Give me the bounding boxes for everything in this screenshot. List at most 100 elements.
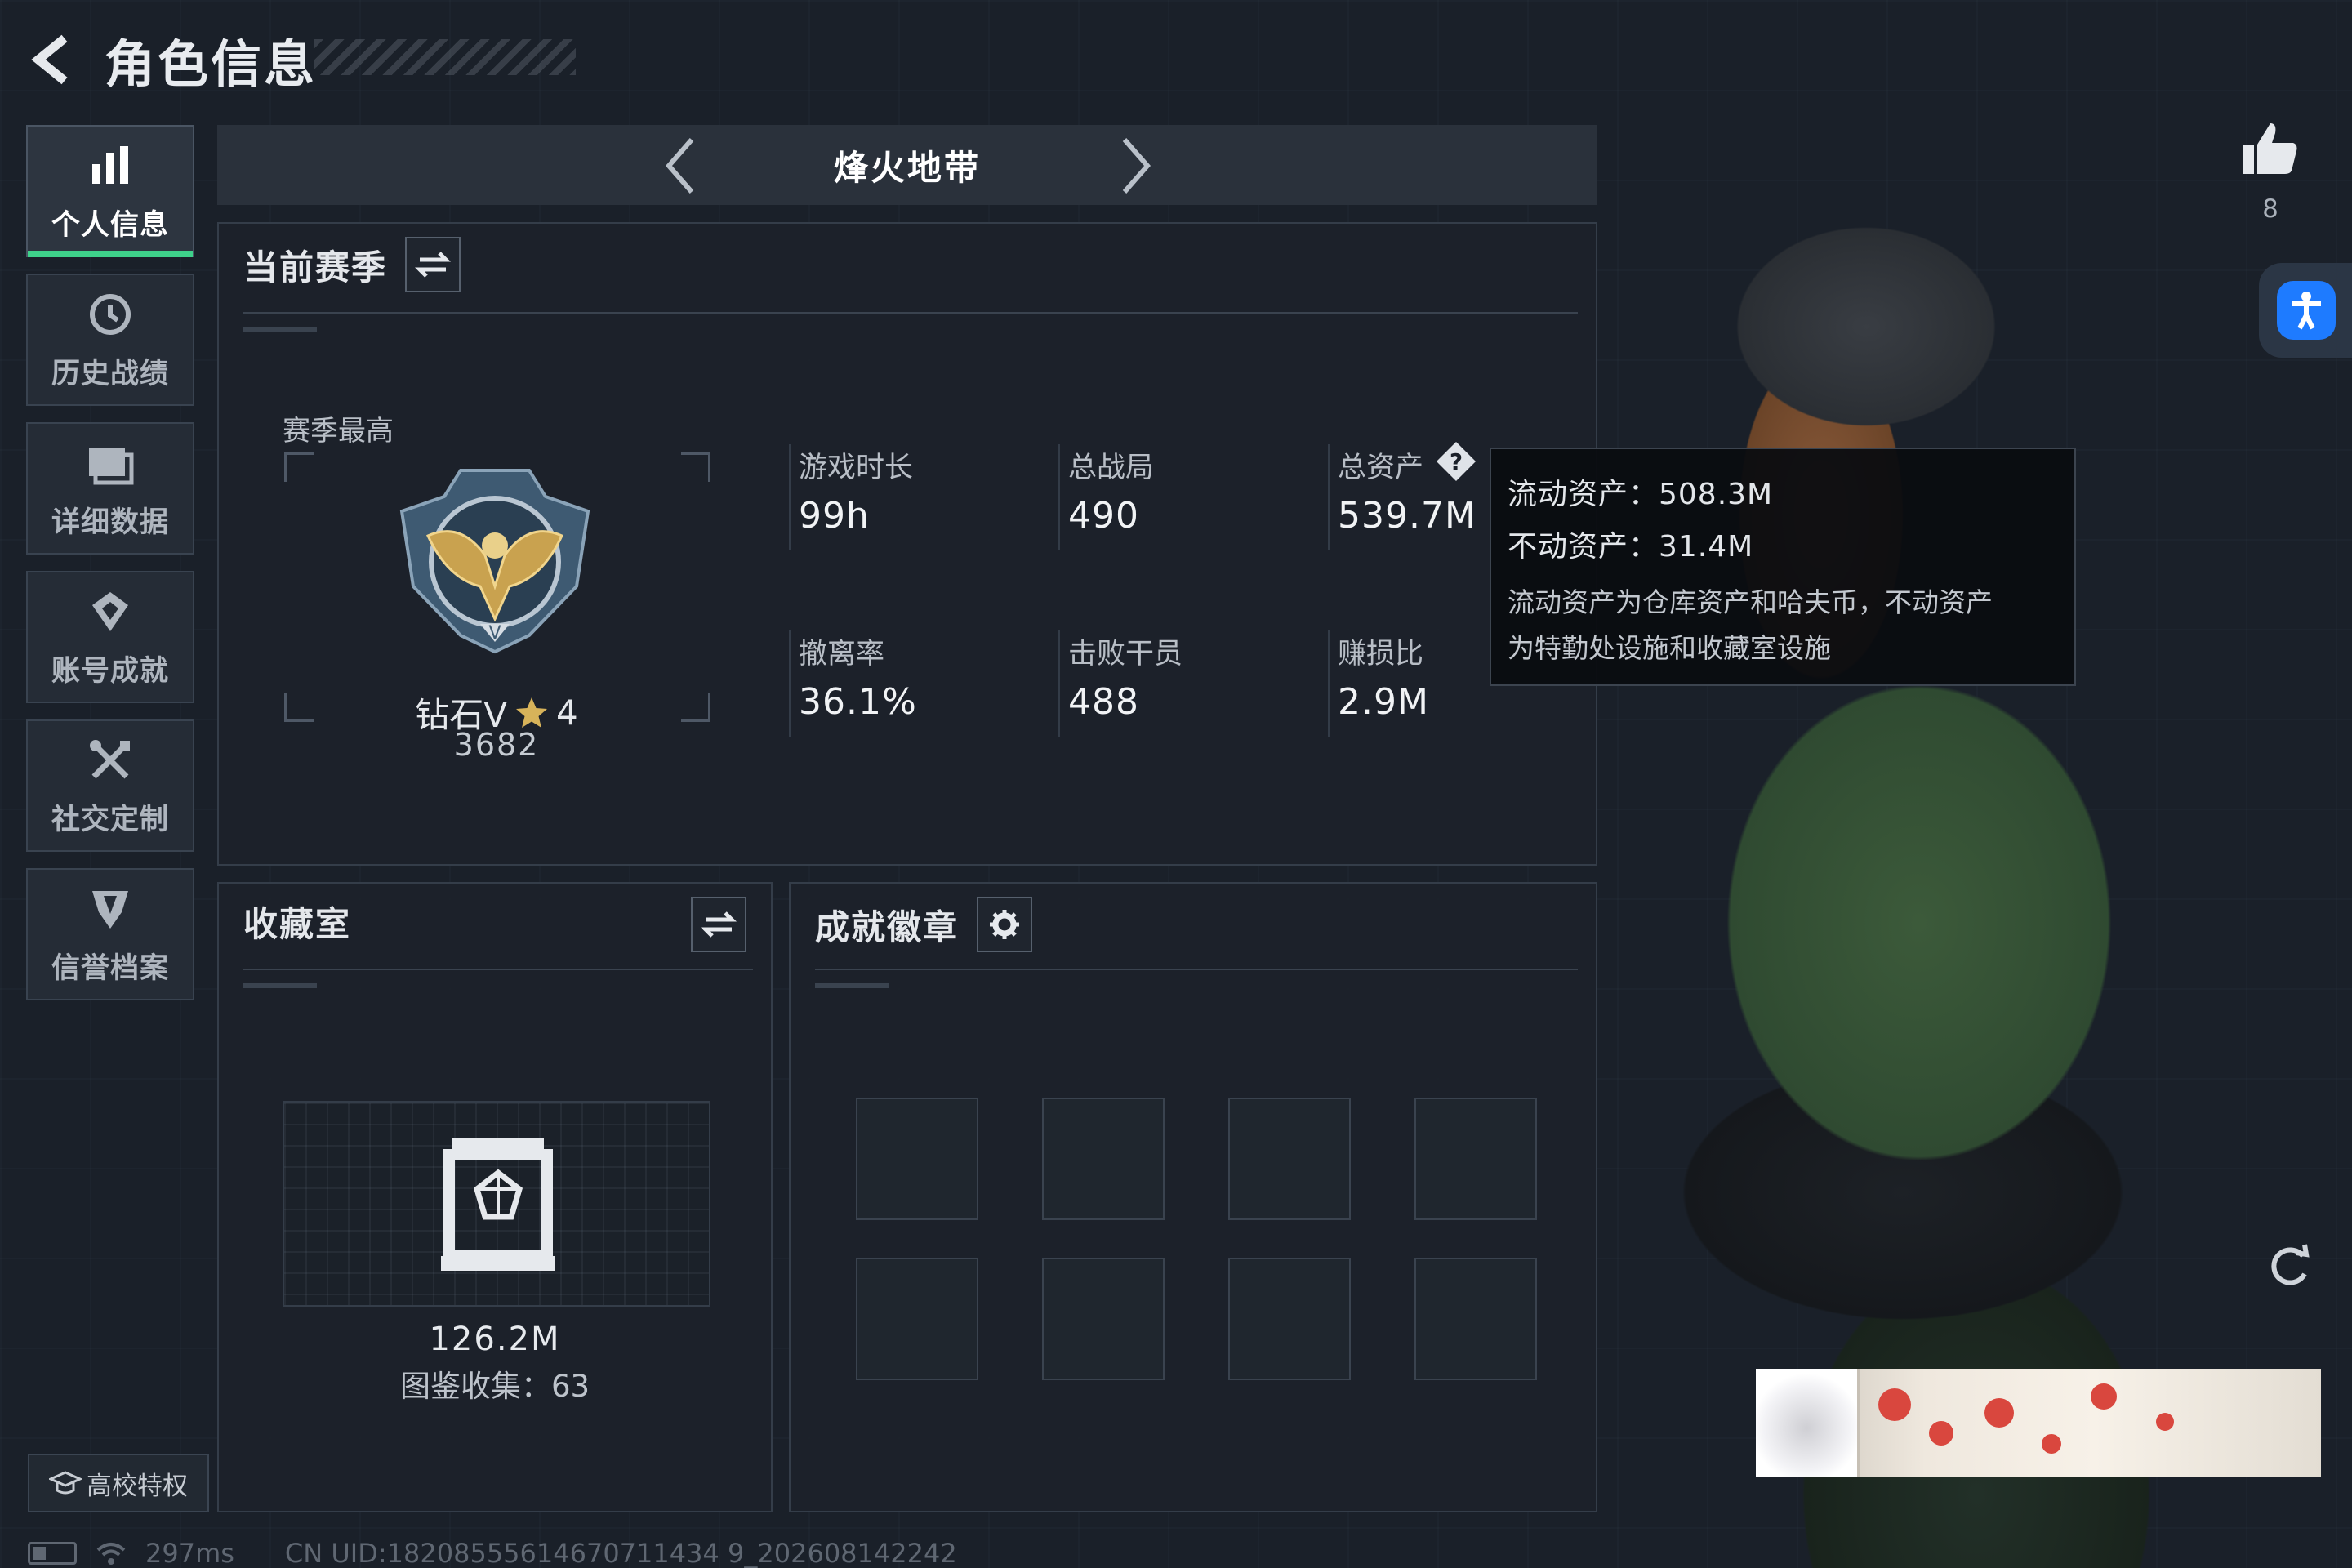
tooltip-desc-line: 为特勤处设施和收藏室设施 [1508, 632, 1831, 664]
stat-divider [1058, 630, 1060, 737]
tooltip-liquid-assets: 流动资产：508.3M [1508, 478, 1774, 511]
sidebar-item-detailed-data[interactable]: 详细数据 [26, 422, 194, 555]
stat-value: 488 [1068, 681, 1139, 723]
mode-title: 烽火地带 [833, 147, 981, 188]
frame-corner [681, 693, 710, 722]
rotate-icon [2271, 1244, 2310, 1285]
sidebar-item-history[interactable]: 历史战绩 [26, 274, 194, 406]
display-case-icon [441, 1138, 555, 1271]
stat-divider [1328, 444, 1330, 550]
achievement-slot[interactable] [856, 1258, 978, 1380]
diamond-rank-badge[interactable]: V [395, 464, 595, 657]
question-diamond-icon: ? [1437, 441, 1477, 481]
sidebar-item-personal-info[interactable]: 个人信息 [26, 125, 194, 257]
achievements-title: 成就徽章 [815, 906, 960, 947]
wifi-icon [96, 1543, 126, 1565]
stat-operators-defeated: 击败干员 488 [1058, 630, 1320, 737]
achievement-slot[interactable] [1414, 1258, 1537, 1380]
sidebar-item-social[interactable]: 社交定制 [26, 719, 194, 852]
collection-room-panel: 收藏室 126.2M 图鉴收集：63 [217, 882, 773, 1512]
swap-icon [415, 252, 452, 278]
season-divider [243, 312, 1578, 314]
eagle-badge-icon: V [399, 469, 590, 654]
blossom-decoration [2042, 1434, 2061, 1454]
back-arrow-icon [31, 34, 68, 85]
rank-score: 3682 [453, 727, 540, 763]
stat-divider [1058, 444, 1060, 550]
tooltip-fixed-assets: 不动资产：31.4M [1508, 530, 1754, 564]
stat-value: 2.9M [1338, 681, 1429, 723]
sidebar: 个人信息 历史战绩 详细数据 账号成就 社交定制 信誉档案 [26, 125, 196, 1017]
achievements-header: 成就徽章 [815, 897, 1033, 952]
mode-selector: 烽火地带 [217, 125, 1597, 205]
sidebar-item-label: 个人信息 [51, 208, 169, 242]
collection-switch-button[interactable] [691, 897, 746, 952]
stat-play-time: 游戏时长 99h [789, 444, 1050, 550]
collection-display[interactable] [283, 1101, 710, 1307]
title-decoration [314, 39, 576, 75]
accessibility-button[interactable] [2259, 263, 2352, 358]
back-button[interactable] [24, 27, 82, 92]
frame-corner [284, 693, 314, 722]
achievement-slot[interactable] [1228, 1258, 1351, 1380]
sidebar-item-achievements[interactable]: 账号成就 [26, 571, 194, 703]
achievement-slot[interactable] [1042, 1258, 1165, 1380]
stat-label: 总战局 [1068, 451, 1155, 484]
current-season-panel: 当前赛季 赛季最高 V 钻石V 4 3682 游戏时长 99h 总战局 490 … [217, 222, 1597, 866]
stat-divider [789, 630, 791, 737]
sidebar-item-label: 历史战绩 [51, 357, 169, 390]
rotate-model-button[interactable] [2257, 1233, 2323, 1298]
avatar[interactable] [1756, 1369, 1860, 1477]
chevron-left-icon [666, 138, 694, 194]
achievement-slot[interactable] [856, 1098, 978, 1220]
character-model[interactable] [1552, 188, 2352, 1568]
blossom-decoration [1929, 1421, 1953, 1446]
blossom-decoration [2091, 1383, 2117, 1410]
stat-value: 99h [799, 495, 870, 537]
page-title: 角色信息 [105, 34, 318, 94]
stat-value: 36.1% [799, 681, 917, 723]
season-title: 当前赛季 [243, 247, 388, 287]
sidebar-item-label: 信誉档案 [51, 951, 169, 985]
collection-divider [243, 969, 753, 970]
history-clock-icon [84, 288, 136, 341]
achievement-slot[interactable] [1228, 1098, 1351, 1220]
achievements-settings-button[interactable] [977, 897, 1033, 952]
thumbs-up-icon [2243, 123, 2297, 174]
svg-text:V: V [488, 623, 501, 644]
battery-icon [28, 1542, 77, 1565]
achievement-slot[interactable] [1414, 1098, 1537, 1220]
achievement-slot[interactable] [1042, 1098, 1165, 1220]
school-privilege-button[interactable]: 高校特权 [28, 1454, 209, 1512]
achievements-divider [815, 969, 1578, 970]
collection-title: 收藏室 [243, 904, 352, 944]
achievement-icon [84, 586, 136, 638]
stat-divider [789, 444, 791, 550]
like-button[interactable] [2236, 114, 2305, 183]
season-switch-button[interactable] [405, 237, 461, 292]
blossom-decoration [1878, 1388, 1911, 1421]
like-count: 8 [2262, 194, 2278, 224]
season-best-label: 赛季最高 [283, 415, 394, 448]
achievements-tag-decoration [815, 983, 889, 988]
frame-corner [284, 452, 314, 482]
collection-tag-decoration [243, 983, 317, 988]
stat-extraction-rate: 撤离率 36.1% [789, 630, 1050, 737]
status-bar: 297ms CN UID:18208555614670711434 9_2026… [28, 1537, 957, 1568]
mode-prev-button[interactable] [650, 135, 712, 197]
swap-icon [701, 911, 737, 938]
season-header: 当前赛季 [243, 237, 461, 292]
collection-value: 126.2M [429, 1321, 561, 1358]
folder-icon [84, 437, 136, 489]
uid-text: CN UID:18208555614670711434 9_2026081422… [284, 1538, 957, 1568]
collection-header: 收藏室 [243, 897, 351, 947]
asset-help-button[interactable]: ? [1435, 440, 1477, 490]
sidebar-item-credit[interactable]: 信誉档案 [26, 868, 194, 1000]
accessibility-icon [2277, 281, 2336, 340]
stat-label: 撤离率 [799, 637, 885, 670]
chevron-right-icon [1122, 138, 1151, 194]
blossom-decoration [1984, 1398, 2014, 1428]
mode-next-button[interactable] [1104, 135, 1166, 197]
sidebar-item-label: 社交定制 [51, 803, 169, 836]
asset-tooltip: 流动资产：508.3M 不动资产：31.4M 流动资产为仓库资产和哈夫币，不动资… [1490, 448, 2076, 686]
